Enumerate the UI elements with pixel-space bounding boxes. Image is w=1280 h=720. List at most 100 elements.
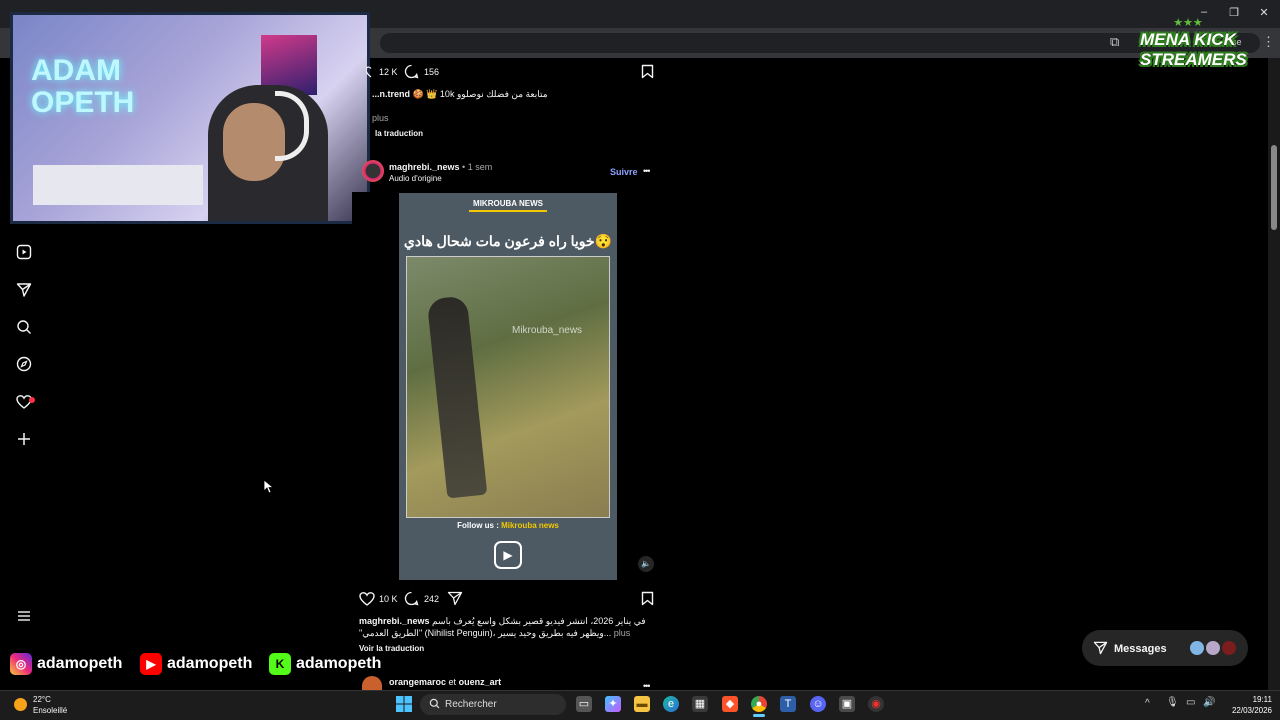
taskbar-clock[interactable]: 19:11 22/03/2026 — [1222, 694, 1272, 716]
caption-text-line1: في يناير 2026، انتشر فيديو قصير بشكل واس… — [432, 616, 646, 626]
reel-person — [426, 295, 488, 499]
kick-icon: K — [269, 653, 291, 675]
save-icon[interactable] — [641, 64, 654, 84]
notification-dot — [29, 397, 35, 403]
badge-line1: MENA KICK — [1140, 30, 1236, 49]
like-count: 12 K — [379, 67, 398, 77]
create-icon[interactable] — [14, 431, 34, 451]
translate-link[interactable]: Voir la traduction — [359, 644, 424, 653]
weather-condition: Ensoleillé — [33, 706, 68, 715]
menu-icon[interactable] — [14, 608, 34, 628]
cast-icon[interactable]: ⧉ — [1110, 34, 1119, 50]
prev-caption-user[interactable]: ...n.trend — [372, 89, 410, 99]
mena-kick-streamers-badge: ★★★ MENA KICK STREAMERS — [1140, 17, 1247, 84]
comment-icon[interactable] — [404, 64, 419, 84]
file-explorer-icon[interactable]: ▬ — [634, 696, 650, 712]
active-app-indicator — [753, 714, 765, 717]
post-caption-line1: maghrebi._news في يناير 2026، انتشر فيدي… — [359, 616, 659, 627]
obs-icon[interactable]: ◉ — [868, 696, 884, 712]
prev-caption-text: 🍪 👑 10k متابعة من فضلك نوصلوو — [412, 89, 548, 99]
clock-date: 22/03/2026 — [1231, 706, 1272, 715]
like-count: 10 K — [379, 594, 398, 604]
microphone-icon[interactable]: 🎙 — [1166, 697, 1179, 708]
comment-count: 242 — [424, 594, 440, 604]
edge-icon[interactable]: e — [663, 696, 679, 712]
chevron-up-icon[interactable]: ^ — [1145, 698, 1150, 709]
prev-caption: ...n.trend 🍪 👑 10k متابعة من فضلك نوصلوو — [372, 89, 552, 100]
prev-more-link[interactable]: plus — [372, 113, 389, 123]
badge-text: MENA KICK STREAMERS — [1140, 30, 1247, 70]
post-options-icon[interactable]: ••• — [643, 166, 651, 176]
badge-stars: ★★★ — [1173, 17, 1203, 29]
speaker-icon[interactable]: 🔊 — [1203, 697, 1215, 708]
post-time: • 1 sem — [462, 162, 493, 172]
teams-icon[interactable]: T — [780, 696, 796, 712]
reel-brand: MIKROUBA NEWS — [473, 199, 543, 208]
reel-follow-prefix: Follow us : — [457, 521, 502, 530]
copilot-icon[interactable]: ✦ — [605, 696, 621, 712]
task-view-icon[interactable]: ▭ — [576, 696, 592, 712]
next-post-user2[interactable]: ouenz_art — [459, 677, 502, 687]
caption-text-line2: "الطريق العدمي" (Nihilist Penguin)، ويظه… — [359, 628, 612, 638]
youtube-icon: ▶ — [140, 653, 162, 675]
remote-desktop-icon[interactable]: ▣ — [839, 696, 855, 712]
desk-shelf — [33, 165, 203, 205]
prev-translate-link[interactable]: la traduction — [375, 129, 423, 138]
reel-follow-name: Mikrouba news — [501, 521, 559, 530]
post-username[interactable]: maghrebi._news — [389, 162, 460, 172]
search-icon[interactable] — [14, 319, 34, 339]
explore-icon[interactable] — [14, 356, 34, 376]
address-bar[interactable] — [380, 33, 1260, 53]
webcam-overlay: ADAM OPETH — [10, 12, 370, 224]
mouse-cursor-icon — [263, 479, 275, 497]
youtube-handle: adamopeth — [167, 655, 253, 672]
badge-line2: STREAMERS — [1140, 50, 1247, 69]
send-icon — [1093, 641, 1108, 660]
caption-more-link[interactable]: plus — [614, 628, 631, 638]
avatar[interactable] — [362, 676, 382, 690]
neon-sign-line2: OPETH — [31, 86, 135, 119]
scrollbar-thumb[interactable] — [1271, 145, 1277, 230]
reel-frame[interactable]: MIKROUBA NEWS خويا راه فرعون مات شحال ها… — [399, 193, 617, 580]
network-icon[interactable]: ▭ — [1186, 697, 1195, 708]
avatar — [1190, 641, 1204, 655]
reel-photo: Mikrouba_news — [406, 256, 610, 518]
clock-time: 19:11 — [1252, 695, 1272, 704]
discord-icon[interactable]: ☺ — [810, 696, 826, 712]
sun-icon[interactable] — [14, 698, 27, 711]
reels-icon[interactable] — [14, 244, 34, 264]
caption-user[interactable]: maghrebi._news — [359, 616, 430, 626]
save-icon[interactable] — [641, 591, 654, 611]
comment-icon[interactable] — [404, 591, 419, 611]
reel-brand-underline — [469, 210, 547, 212]
volume-icon[interactable]: 🔈 — [638, 556, 654, 572]
share-icon[interactable] — [447, 591, 463, 611]
instagram-icon: ◎ — [10, 653, 32, 675]
neon-sign-line1: ADAM — [31, 54, 121, 87]
like-icon[interactable] — [359, 591, 375, 611]
instagram-handle: adamopeth — [37, 655, 123, 672]
windows-start-icon[interactable] — [396, 696, 412, 717]
reel-watermark: Mikrouba_news — [512, 325, 583, 336]
avatar[interactable] — [362, 160, 384, 182]
weather-widget[interactable]: 22°C Ensoleillé — [33, 694, 67, 716]
taskbar-search[interactable]: Rechercher — [420, 694, 566, 715]
messages-label: Messages — [1114, 643, 1167, 655]
follow-button[interactable]: Suivre — [610, 167, 638, 177]
next-post-header: orangemaroc et ouenz_art — [389, 677, 501, 687]
avatar — [1222, 641, 1236, 655]
post-audio[interactable]: Audio d'origine — [389, 174, 442, 183]
like-icon[interactable] — [365, 65, 376, 83]
chrome-icon[interactable]: ● — [751, 696, 767, 712]
send-icon[interactable] — [14, 282, 34, 302]
reels-play-icon: ▶ — [494, 541, 522, 569]
browser-menu-icon[interactable]: ⋮ — [1262, 34, 1275, 50]
reel-follow-us: Follow us : Mikrouba news — [399, 521, 617, 530]
next-post-user1[interactable]: orangemaroc — [389, 677, 446, 687]
close-button[interactable]: ✕ — [1252, 6, 1276, 19]
search-icon — [429, 698, 440, 712]
avatar — [1206, 641, 1220, 655]
store-icon[interactable]: ▦ — [692, 696, 708, 712]
brave-icon[interactable]: ◆ — [722, 696, 738, 712]
post-caption-line2: "الطريق العدمي" (Nihilist Penguin)، ويظه… — [359, 628, 659, 639]
